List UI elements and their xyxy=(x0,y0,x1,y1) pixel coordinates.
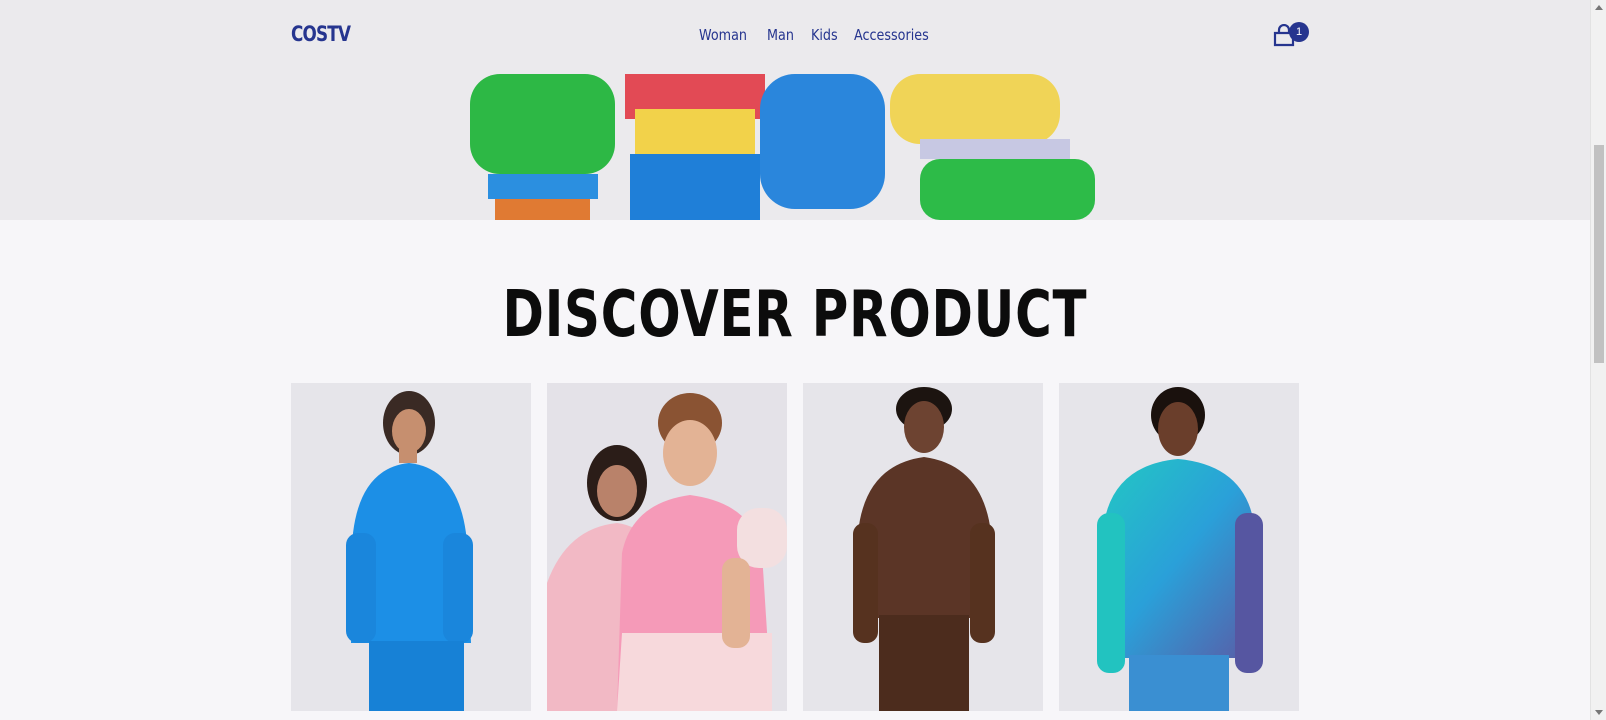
nav-item-woman[interactable]: Woman xyxy=(699,26,747,44)
brand-logo[interactable]: COSTV xyxy=(291,22,351,46)
woman-blue-puffer-jacket-photo xyxy=(291,383,531,711)
nav-item-accessories[interactable]: Accessories xyxy=(854,26,929,44)
section-heading-text: DISCOVER PRODUCT xyxy=(502,278,1088,352)
scroll-up-icon[interactable] xyxy=(1595,5,1603,10)
nav-links: Woman Man Kids Accessories xyxy=(699,26,942,44)
product-card[interactable] xyxy=(1059,383,1299,711)
top-navigation: COSTV Woman Man Kids Accessories 1 xyxy=(0,0,1590,74)
product-card[interactable] xyxy=(547,383,787,711)
scrollbar-thumb[interactable] xyxy=(1594,145,1604,363)
section-heading: DISCOVER PRODUCT xyxy=(0,278,1590,352)
scroll-down-icon[interactable] xyxy=(1595,710,1603,715)
page-scrollbar[interactable] xyxy=(1590,0,1606,720)
couple-pink-hoodie-photo xyxy=(547,383,787,711)
nav-item-man[interactable]: Man xyxy=(767,26,794,44)
product-card[interactable] xyxy=(803,383,1043,711)
man-blue-gradient-sweatshirt-photo xyxy=(1059,383,1299,711)
product-card[interactable] xyxy=(291,383,531,711)
hero-image xyxy=(470,74,1095,220)
nav-item-kids[interactable]: Kids xyxy=(811,26,838,44)
man-brown-hoodie-photo xyxy=(803,383,1043,711)
product-grid xyxy=(291,383,1299,711)
cart-count-badge: 1 xyxy=(1289,22,1309,42)
